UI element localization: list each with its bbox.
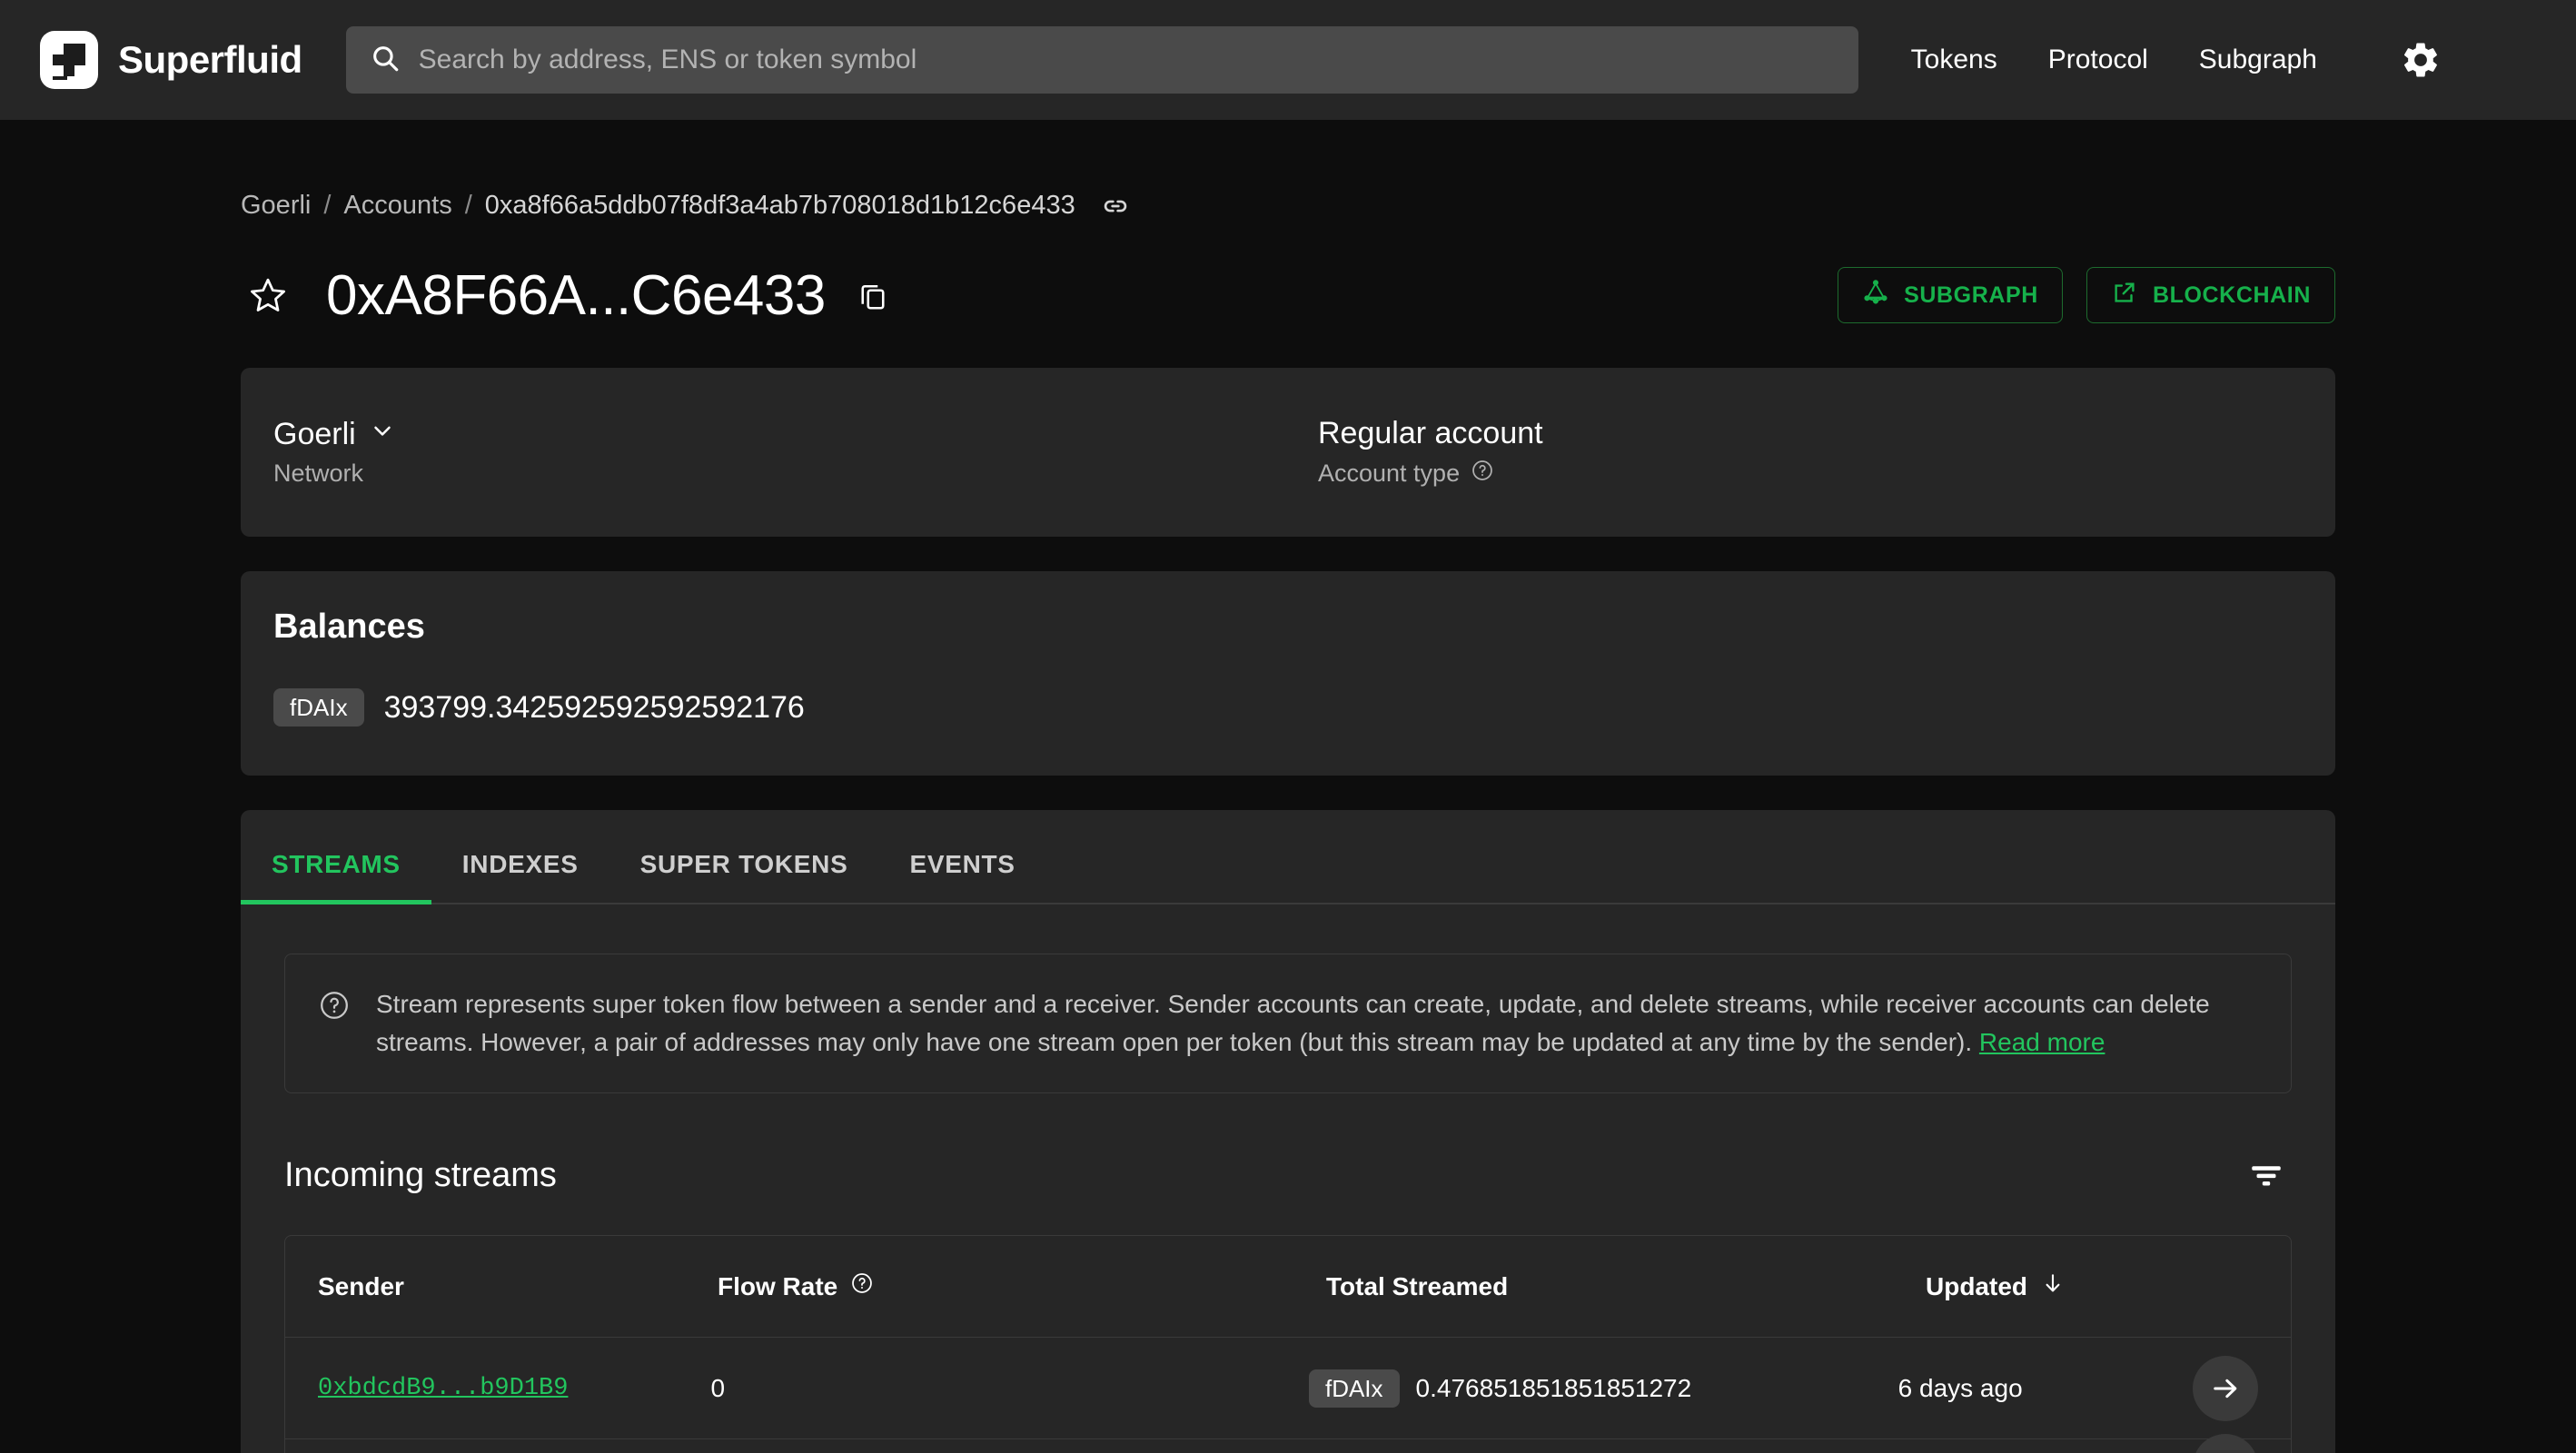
main-nav: Tokens Protocol Subgraph xyxy=(1886,44,2343,75)
account-type-value: Regular account xyxy=(1318,416,1543,450)
app-header: Superfluid Tokens Protocol Subgraph xyxy=(0,0,2576,120)
brand-name: Superfluid xyxy=(118,38,302,81)
sender-address-link[interactable]: 0xbdcdB9...b9D1B9 xyxy=(318,1375,568,1402)
nav-item-protocol[interactable]: Protocol xyxy=(2023,44,2174,75)
balances-title: Balances xyxy=(273,608,425,646)
balance-amount: 393799.342592592592592176 xyxy=(383,689,805,725)
superfluid-logo-icon xyxy=(40,31,98,89)
page-title: 0xA8F66A...C6e433 xyxy=(326,263,826,327)
token-chip: fDAIx xyxy=(273,688,364,726)
account-type-label: Account type xyxy=(1318,460,1461,487)
arrow-down-icon xyxy=(2040,1270,2066,1302)
search-bar[interactable] xyxy=(345,26,1858,94)
tab-super-tokens[interactable]: SUPER TOKENS xyxy=(609,850,879,903)
incoming-streams-title: Incoming streams xyxy=(284,1155,557,1194)
breadcrumb-network[interactable]: Goerli xyxy=(241,191,311,221)
breadcrumb-accounts[interactable]: Accounts xyxy=(343,191,451,221)
gear-icon[interactable] xyxy=(2397,36,2444,84)
star-outline-icon[interactable] xyxy=(241,268,295,322)
table-row[interactable]: 0xbdcdB9...b9D1B9 0 fDAIx 0.476851851851… xyxy=(285,1338,2291,1439)
table-row[interactable] xyxy=(285,1433,2291,1453)
breadcrumb: Goerli / Accounts / 0xa8f66a5ddb07f8df3a… xyxy=(241,120,2335,221)
search-icon xyxy=(370,43,401,78)
help-circle-icon[interactable] xyxy=(1471,459,1494,489)
blockchain-button[interactable]: BLOCKCHAIN xyxy=(2086,267,2335,323)
incoming-streams-header: Incoming streams xyxy=(284,1150,2292,1201)
network-field: Goerli Network xyxy=(273,417,1318,488)
tab-events[interactable]: EVENTS xyxy=(878,850,1045,903)
breadcrumb-separator-2: / xyxy=(464,191,472,220)
tab-streams[interactable]: STREAMS xyxy=(241,850,431,904)
page-title-row: 0xA8F66A...C6e433 SUBGRAPH BLOCKCHAIN xyxy=(241,257,2335,333)
cell-updated: 6 days ago xyxy=(1897,1373,2023,1402)
arrow-right-icon[interactable] xyxy=(2193,1433,2258,1453)
cell-total-streamed: fDAIx 0.476851851851851272 xyxy=(1308,1369,1898,1408)
table-header-row: Sender Flow Rate Total Streamed Updated xyxy=(285,1236,2291,1338)
help-circle-icon[interactable] xyxy=(850,1271,874,1301)
external-link-icon xyxy=(2111,279,2138,312)
account-type-label-row: Account type xyxy=(1318,459,1543,489)
title-actions: SUBGRAPH BLOCKCHAIN xyxy=(1838,267,2335,323)
cell-flow-rate: 0 xyxy=(710,1373,726,1402)
account-type-field: Regular account Account type xyxy=(1318,416,1543,489)
balance-row: fDAIx 393799.342592592592592176 xyxy=(273,688,2303,726)
copy-icon[interactable] xyxy=(851,273,895,317)
column-header-updated-label: Updated xyxy=(1926,1271,2027,1300)
graphql-icon xyxy=(1862,279,1889,312)
network-selector[interactable]: Goerli xyxy=(273,417,1318,452)
token-chip: fDAIx xyxy=(1308,1369,1400,1408)
tab-bar: STREAMS INDEXES SUPER TOKENS EVENTS xyxy=(241,810,2335,904)
column-header-updated[interactable]: Updated xyxy=(1926,1270,2225,1302)
breadcrumb-address: 0xa8f66a5ddb07f8df3a4ab7b708018d1b12c6e4… xyxy=(484,191,1075,220)
account-summary-card: Goerli Network Regular account Account t… xyxy=(241,368,2335,537)
filter-icon[interactable] xyxy=(2241,1150,2292,1201)
column-header-total-streamed[interactable]: Total Streamed xyxy=(1326,1272,1926,1301)
network-value: Goerli xyxy=(273,417,356,451)
chevron-down-icon xyxy=(369,417,396,452)
cell-sender: 0xbdcdB9...b9D1B9 xyxy=(318,1375,710,1402)
balances-card: Balances fDAIx 393799.342592592592592176 xyxy=(241,571,2335,776)
column-header-flow-rate[interactable]: Flow Rate xyxy=(718,1271,1326,1301)
read-more-link[interactable]: Read more xyxy=(1979,1028,2105,1056)
tab-indexes[interactable]: INDEXES xyxy=(431,850,609,903)
total-streamed-amount: 0.476851851851851272 xyxy=(1415,1373,1692,1402)
arrow-right-icon[interactable] xyxy=(2193,1355,2258,1421)
search-input[interactable] xyxy=(418,44,1835,75)
cell-action xyxy=(2193,1433,2258,1453)
streams-card: STREAMS INDEXES SUPER TOKENS EVENTS Stre… xyxy=(241,810,2335,1453)
subgraph-button-label: SUBGRAPH xyxy=(1904,282,2038,308)
page-body: Goerli / Accounts / 0xa8f66a5ddb07f8df3a… xyxy=(0,120,2576,1453)
content-container: Goerli / Accounts / 0xa8f66a5ddb07f8df3a… xyxy=(241,120,2335,1453)
brand-logo[interactable]: Superfluid xyxy=(40,31,302,89)
streams-info-text: Stream represents super token flow betwe… xyxy=(376,985,2258,1062)
cell-action xyxy=(2193,1355,2258,1421)
network-label: Network xyxy=(273,460,364,487)
nav-item-tokens[interactable]: Tokens xyxy=(1886,44,2023,75)
incoming-streams-table: Sender Flow Rate Total Streamed Updated xyxy=(284,1235,2292,1453)
subgraph-button[interactable]: SUBGRAPH xyxy=(1838,267,2063,323)
link-icon[interactable] xyxy=(1101,192,1130,221)
help-circle-icon xyxy=(318,989,351,1026)
streams-info-body: Stream represents super token flow betwe… xyxy=(376,990,2210,1056)
column-header-flow-rate-label: Flow Rate xyxy=(718,1271,838,1300)
nav-item-subgraph[interactable]: Subgraph xyxy=(2174,44,2343,75)
breadcrumb-separator-1: / xyxy=(323,191,332,220)
blockchain-button-label: BLOCKCHAIN xyxy=(2152,282,2311,308)
streams-info-banner: Stream represents super token flow betwe… xyxy=(284,954,2292,1093)
column-header-sender[interactable]: Sender xyxy=(318,1272,718,1301)
